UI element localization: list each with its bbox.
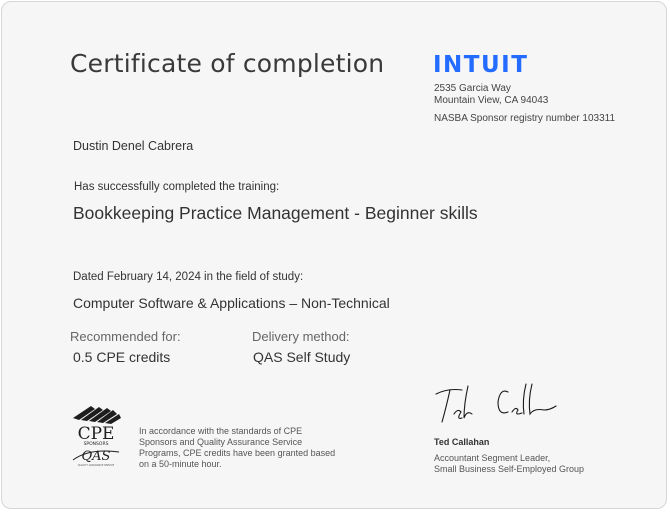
svg-text:SPONSORS: SPONSORS [84,441,109,447]
signature-image [435,383,557,423]
dated-text: Dated February 14, 2024 in the field of … [73,271,304,283]
field-of-study: Computer Software & Applications – Non-T… [73,295,390,311]
certificate-title: Certificate of completion [70,49,385,78]
recipient-name: Dustin Denel Cabrera [73,139,194,153]
delivery-label: Delivery method: [252,329,350,344]
certificate: Certificate of completion INTUIT 2535 Ga… [1,1,667,509]
recommended-label: Recommended for: [70,329,181,344]
svg-text:CPE: CPE [78,424,115,444]
signer-role-line2: Small Business Self-Employed Group [434,464,585,474]
signer-name: Ted Callahan [434,437,490,447]
intuit-logo: INTUIT [433,52,529,78]
cpe-sponsors-logo: CPE SPONSORS QAS QUALITY ASSURANCE SERVI… [72,406,121,467]
sponsor-registry: NASBA Sponsor registry number 103311 [434,113,616,124]
svg-text:QUALITY ASSURANCE SERVICE: QUALITY ASSURANCE SERVICE [78,464,115,467]
svg-text:QAS: QAS [82,449,111,464]
cpe-standards-text: In accordance with the standards of CPE … [139,426,336,469]
completed-label: Has successfully completed the training: [74,181,280,193]
signer-role-line1: Accountant Segment Leader, [434,453,551,463]
recommended-value: 0.5 CPE credits [73,349,171,365]
issuer-address-line2: Mountain View, CA 94043 [434,95,549,106]
issuer-address-line1: 2535 Garcia Way [434,83,511,94]
course-title: Bookkeeping Practice Management - Beginn… [73,203,478,223]
delivery-value: QAS Self Study [253,349,351,365]
